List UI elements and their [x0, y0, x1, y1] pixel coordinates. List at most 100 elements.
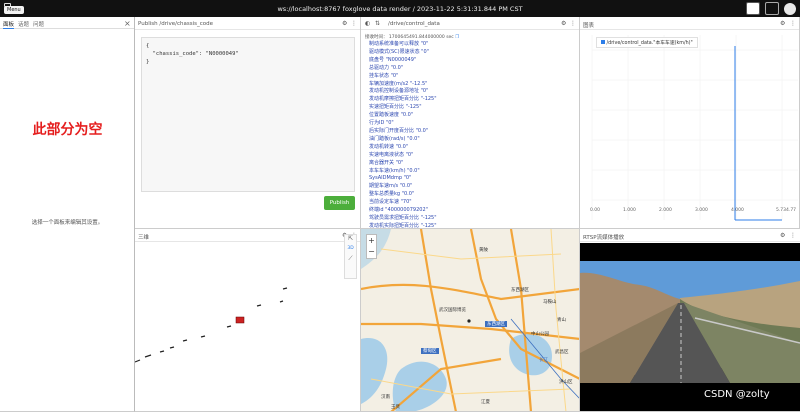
x-tick: 4.000 — [731, 208, 744, 213]
message-field: 实速电离液状态 "0" — [369, 151, 414, 158]
more-icon[interactable]: ⋮ — [570, 20, 576, 27]
map-view[interactable] — [361, 229, 580, 412]
panel-title: 图表 — [580, 17, 799, 30]
x-tick: 2.000 — [659, 208, 672, 213]
3d-scene[interactable] — [135, 242, 340, 412]
message-field: 挂车状态 "0" — [369, 72, 399, 79]
more-icon[interactable]: ⋮ — [790, 232, 796, 239]
plot-legend[interactable]: /drive/control_data."本车车速(km/h)" — [596, 37, 698, 48]
copy-icon[interactable]: ❐ — [455, 35, 459, 40]
map-label: 中山公园 — [531, 332, 549, 337]
3d-toolbar: ⇱ 3D ⟋ — [344, 234, 357, 279]
message-field: 行为ID "0" — [369, 120, 394, 127]
map-label: 黄陂 — [479, 248, 488, 253]
message-field: 整车总质量kg "0.0" — [369, 191, 415, 198]
settings-icon[interactable]: ⚙ — [342, 20, 347, 27]
map-label: 蔡甸区 — [421, 348, 439, 354]
map-panel: 地图 ⚙ ⋮ + − 武汉国际博览 东西湖区 蔡甸区 汉南 — [361, 229, 580, 412]
map-label: 武昌区 — [555, 350, 569, 355]
message-field: 位置踏板速度 "0.0" — [369, 112, 414, 119]
x-tick: 3.000 — [695, 208, 708, 213]
publish-panel: Publish /drive/chassis_code ⚙ ⋮ { "chass… — [135, 17, 361, 229]
x-tick: 1.000 — [623, 208, 636, 213]
plot-chart[interactable] — [580, 30, 800, 229]
message-field: 当前设定车速 "70" — [369, 199, 412, 206]
empty-annotation: 此部分为空 — [32, 122, 103, 138]
settings-sidebar: 面板 话题 问题 × 此部分为空 选择一个面板来编辑其设置。 — [0, 17, 135, 412]
message-field: 制动系统准备可以释放 "0" — [369, 41, 429, 47]
tab-problems[interactable]: 问题 — [33, 20, 44, 28]
map-label: 江夏 — [481, 400, 490, 405]
expand-icon[interactable]: ◐ — [365, 20, 370, 27]
map-label: 长江 — [539, 358, 548, 363]
measure-icon[interactable]: ⟋ — [345, 255, 356, 263]
message-field: 终端id "400000079202" — [369, 207, 428, 214]
more-icon[interactable]: ⋮ — [351, 20, 357, 27]
message-field: 油门踏板(rad/s) "0.0" — [369, 135, 420, 142]
avatar-icon[interactable] — [784, 3, 796, 15]
zoom-out-button[interactable]: − — [367, 246, 376, 257]
trajectory-points — [135, 287, 288, 363]
sidebar-hint: 选择一个面板来编辑其设置。 — [31, 220, 104, 226]
window-title: ws://localhost:8767 foxglove data render… — [277, 5, 523, 13]
top-bar: Menu ws://localhost:8767 foxglove data r… — [0, 0, 800, 17]
publish-button[interactable]: Publish — [324, 196, 355, 210]
3d-toggle[interactable]: 3D — [345, 246, 356, 251]
tab-topics[interactable]: 话题 — [18, 20, 29, 28]
right-sidebar-toggle-icon[interactable] — [765, 2, 779, 15]
x-tick: 5.734.77 — [776, 208, 797, 213]
map-label: 东西湖区 — [511, 288, 529, 293]
code-line: { — [146, 43, 150, 49]
map-label: 马鞍山 — [543, 300, 557, 305]
map-label: 东西湖区 — [485, 321, 507, 327]
panel-title: Publish /drive/chassis_code — [135, 17, 360, 30]
select-icon[interactable]: ⇱ — [345, 235, 356, 242]
panel-title: /drive/control_data — [361, 17, 579, 30]
vehicle-position-marker — [467, 319, 471, 323]
3d-panel: 三维 ⚙ ⋮ ⇱ 3D ⟋ — [135, 229, 361, 412]
message-field: 驱动模式(SC)限速状态 "0" — [369, 48, 429, 55]
message-field: 发动机转速 "0.0" — [369, 143, 409, 150]
code-line: } — [146, 59, 150, 65]
diff-icon[interactable]: ⇅ — [375, 20, 380, 27]
map-label: 汉南 — [381, 395, 390, 400]
settings-icon[interactable]: ⚙ — [780, 232, 785, 239]
message-field: 底盘号 "N0000049" — [369, 56, 417, 63]
map-label: 玉贤 — [391, 405, 400, 410]
plot-grid — [591, 35, 798, 220]
tab-panel[interactable]: 面板 — [3, 20, 15, 29]
zoom-controls: + − — [366, 234, 377, 259]
message-field: 实速扭矩百分比 "-125" — [369, 104, 422, 111]
video-frame — [580, 243, 800, 411]
receive-time: 接收时间： 1700645491.844000000 sec ❐ — [365, 34, 459, 40]
code-line: "chassis_code": "N0000049" — [146, 51, 239, 57]
message-field: 总驱动力 "0.0" — [369, 64, 404, 71]
message-field: 后实际门开度百分比 "0.0" — [369, 127, 429, 134]
raw-messages-panel: /drive/control_data ◐ ⇅ ⚙ ⋮ 接收时间： 170064… — [361, 17, 580, 229]
zoom-in-button[interactable]: + — [367, 235, 376, 246]
message-fields: 制动系统准备可以释放 "0" 驱动模式(SC)限速状态 "0" 底盘号 "N0000… — [369, 41, 577, 228]
message-field: 驾驶员需求扭矩百分比 "-125" — [369, 214, 437, 221]
watermark: CSDN @zolty — [704, 389, 770, 400]
more-icon[interactable]: ⋮ — [790, 20, 796, 27]
legend-swatch — [601, 40, 605, 44]
message-field: 本车车速(km/h) "0.0" — [369, 167, 420, 174]
sidebar-tabs: 面板 话题 问题 × — [0, 17, 134, 29]
message-field: 离合器开关 "0" — [369, 159, 404, 166]
legend-label: /drive/control_data."本车车速(km/h)" — [606, 41, 693, 46]
rtsp-stream-panel: RTSP流媒体播放 ⚙ ⋮ CSDN @zolty — [580, 229, 800, 412]
panel-title: 三维 — [135, 229, 360, 242]
panel-title: RTSP流媒体播放 — [580, 229, 800, 242]
close-icon[interactable]: × — [124, 19, 131, 28]
x-tick: 0.00 — [590, 208, 601, 213]
message-editor[interactable]: { "chassis_code": "N0000049" } — [141, 37, 355, 192]
plot-panel: 图表 ⚙ ⋮ /drive/control_data."本车车速(km/h)" … — [580, 17, 800, 229]
vehicle-model — [235, 316, 245, 324]
settings-icon[interactable]: ⚙ — [561, 20, 566, 27]
settings-icon[interactable]: ⚙ — [780, 20, 785, 27]
left-sidebar-toggle-icon[interactable] — [746, 2, 760, 15]
receive-time-text: 接收时间： 1700645491.844000000 sec — [365, 35, 454, 40]
map-label: 青山 — [557, 318, 566, 323]
map-label: 武汉国际博览 — [439, 308, 466, 313]
map-label: 洪山区 — [559, 380, 573, 385]
